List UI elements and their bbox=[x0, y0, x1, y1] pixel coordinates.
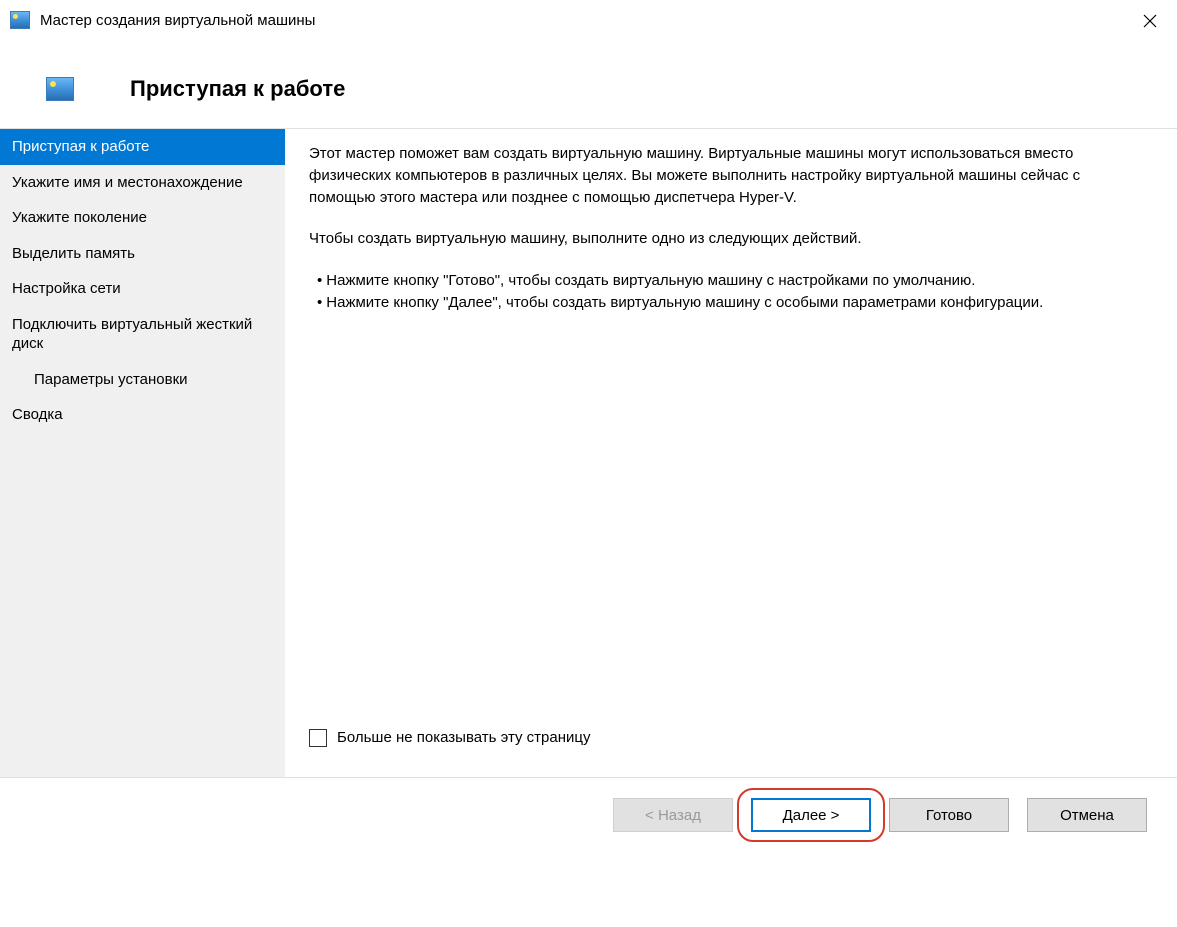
instruction-paragraph: Чтобы создать виртуальную машину, выполн… bbox=[309, 228, 1149, 250]
wizard-step-item[interactable]: Настройка сети bbox=[0, 271, 285, 307]
wizard-step-item[interactable]: Укажите поколение bbox=[0, 200, 285, 236]
wizard-step-item[interactable]: Выделить память bbox=[0, 236, 285, 272]
wizard-step-item[interactable]: Параметры установки bbox=[0, 362, 285, 398]
intro-paragraph: Этот мастер поможет вам создать виртуаль… bbox=[309, 143, 1149, 208]
page-title: Приступая к работе bbox=[130, 76, 345, 102]
wizard-step-item[interactable]: Укажите имя и местонахождение bbox=[0, 165, 285, 201]
wizard-step-item[interactable]: Подключить виртуальный жесткий диск bbox=[0, 307, 285, 362]
close-button[interactable] bbox=[1135, 6, 1165, 36]
titlebar: Мастер создания виртуальной машины bbox=[0, 0, 1177, 40]
bullet-list: • Нажмите кнопку "Готово", чтобы создать… bbox=[317, 270, 1149, 314]
cancel-button[interactable]: Отмена bbox=[1027, 798, 1147, 832]
finish-button[interactable]: Готово bbox=[889, 798, 1009, 832]
wizard-step-item[interactable]: Сводка bbox=[0, 397, 285, 433]
wizard-steps-sidebar: Приступая к работеУкажите имя и местонах… bbox=[0, 129, 285, 777]
bullet-item: • Нажмите кнопку "Готово", чтобы создать… bbox=[317, 270, 1149, 292]
wizard-body: Приступая к работеУкажите имя и местонах… bbox=[0, 128, 1177, 777]
wizard-content: Этот мастер поможет вам создать виртуаль… bbox=[285, 129, 1177, 777]
wizard-header-icon bbox=[46, 77, 74, 101]
wizard-footer: < Назад Далее > Готово Отмена bbox=[0, 777, 1177, 852]
bullet-text: Нажмите кнопку "Далее", чтобы создать ви… bbox=[326, 292, 1043, 314]
window-title: Мастер создания виртуальной машины bbox=[40, 12, 315, 29]
back-button: < Назад bbox=[613, 798, 733, 832]
bullet-item: • Нажмите кнопку "Далее", чтобы создать … bbox=[317, 292, 1149, 314]
bullet-dot-icon: • bbox=[317, 270, 322, 292]
wizard-step-item[interactable]: Приступая к работе bbox=[0, 129, 285, 165]
checkbox-label: Больше не показывать эту страницу bbox=[337, 727, 590, 749]
close-icon bbox=[1143, 14, 1157, 28]
header: Приступая к работе bbox=[0, 40, 1177, 128]
wizard-icon bbox=[10, 11, 30, 29]
next-button[interactable]: Далее > bbox=[751, 798, 871, 832]
bullet-dot-icon: • bbox=[317, 292, 322, 314]
dont-show-again-row: Больше не показывать эту страницу bbox=[309, 727, 1149, 749]
dont-show-again-checkbox[interactable] bbox=[309, 729, 327, 747]
bullet-text: Нажмите кнопку "Готово", чтобы создать в… bbox=[326, 270, 975, 292]
